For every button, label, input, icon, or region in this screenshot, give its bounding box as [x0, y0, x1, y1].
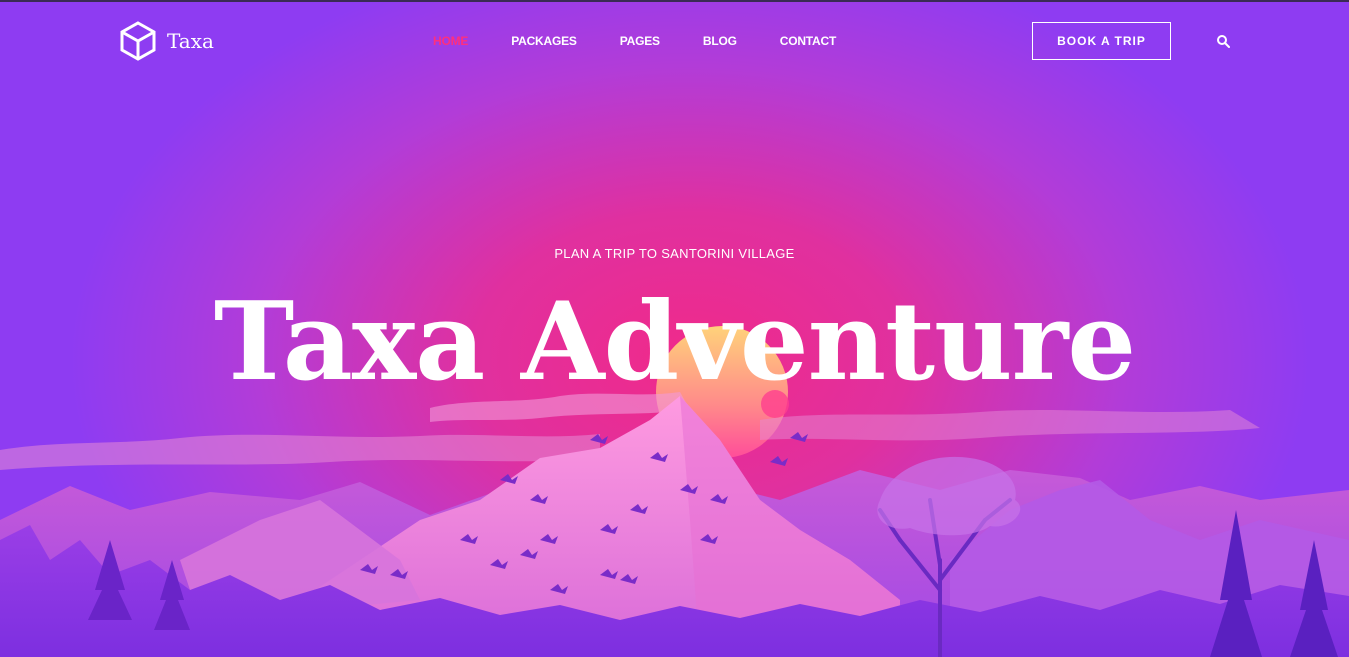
tree-canopy	[877, 456, 1021, 536]
cloud-band-right	[760, 410, 1260, 441]
nav-item-packages[interactable]: PACKAGES	[511, 34, 577, 48]
main-nav: HOME PACKAGES PAGES BLOG CONTACT	[433, 34, 879, 48]
nav-item-pages[interactable]: PAGES	[620, 34, 660, 48]
search-icon[interactable]	[1216, 34, 1230, 48]
nav-item-home[interactable]: HOME	[433, 34, 468, 48]
hero-title: Taxa Adventure	[213, 279, 1136, 405]
cloud-band-left	[0, 434, 600, 470]
brand-logo[interactable]: Taxa	[119, 21, 214, 61]
hero-subtitle: PLAN A TRIP TO SANTORINI VILLAGE	[554, 246, 795, 261]
nav-item-contact[interactable]: CONTACT	[780, 34, 837, 48]
book-trip-button[interactable]: BOOK A TRIP	[1032, 22, 1171, 60]
cube-outline-icon	[120, 21, 156, 61]
nav-item-blog[interactable]: BLOG	[703, 34, 737, 48]
brand-name: Taxa	[167, 29, 214, 53]
hero-section: Taxa HOME PACKAGES PAGES BLOG CONTACT BO…	[0, 0, 1349, 657]
